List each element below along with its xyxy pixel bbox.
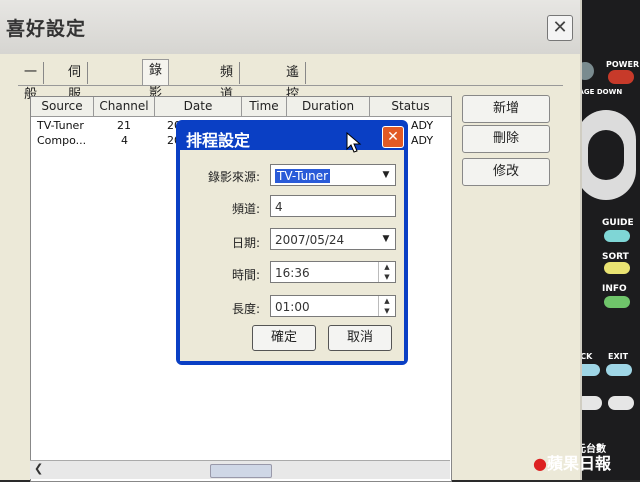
- chevron-down-icon[interactable]: ▼: [377, 229, 395, 249]
- length-label: 長度:: [231, 302, 260, 316]
- remote-info-label: INFO: [602, 284, 627, 294]
- edit-button[interactable]: 修改: [462, 158, 550, 186]
- column-header-date[interactable]: Date: [155, 97, 242, 117]
- cell-status: ADY: [411, 119, 434, 132]
- cell-status: ADY: [411, 134, 434, 147]
- remote-guide-label: GUIDE: [602, 218, 634, 228]
- horizontal-scrollbar[interactable]: ❮: [30, 460, 450, 479]
- tab-server-management[interactable]: 伺服器管理: [62, 62, 89, 168]
- cell-source: TV-Tuner: [37, 119, 84, 132]
- tab-remote[interactable]: 遙控器: [280, 62, 307, 124]
- remote-guide-button: [604, 230, 630, 242]
- dialog-close-button[interactable]: ✕: [382, 126, 404, 148]
- time-value: 16:36: [275, 266, 310, 280]
- source-select[interactable]: TV-Tuner ▼: [270, 164, 396, 186]
- ok-button[interactable]: 確定: [252, 325, 316, 351]
- spin-updown-icon[interactable]: ▲ ▼: [378, 262, 395, 282]
- remote-sort-button: [604, 262, 630, 274]
- channel-field[interactable]: 4: [270, 195, 396, 217]
- date-label: 日期:: [231, 236, 260, 250]
- date-picker[interactable]: 2007/05/24 ▼: [270, 228, 396, 250]
- watermark-logo: ●蘋果日報: [533, 450, 611, 474]
- dialog-title: 排程設定: [186, 131, 251, 150]
- mouse-cursor-icon: [346, 132, 362, 153]
- remote-dpad-center: [588, 130, 624, 180]
- date-value: 2007/05/24: [275, 233, 345, 247]
- cancel-button[interactable]: 取消: [328, 325, 392, 351]
- channel-label: 頻道:: [231, 202, 260, 216]
- column-header-status[interactable]: Status: [370, 97, 451, 117]
- chevron-down-icon[interactable]: ▼: [377, 165, 395, 185]
- scroll-thumb[interactable]: [210, 464, 272, 478]
- remote-sort-label: SORT: [602, 252, 629, 262]
- source-value: TV-Tuner: [275, 169, 331, 183]
- window-close-button[interactable]: ✕: [547, 15, 573, 41]
- column-header-duration[interactable]: Duration: [287, 97, 370, 117]
- remote-power-label: POWER: [606, 60, 640, 69]
- remote-bottom-button: [608, 396, 634, 410]
- remote-exit-button: [606, 364, 632, 376]
- cell-channel: 4: [121, 134, 128, 147]
- apple-icon: ●: [533, 454, 547, 473]
- time-stepper[interactable]: 16:36 ▲ ▼: [270, 261, 396, 283]
- watermark-text: 蘋果日報: [546, 454, 611, 473]
- length-stepper[interactable]: 01:00 ▲ ▼: [270, 295, 396, 317]
- window-title: 喜好設定: [6, 18, 87, 40]
- title-bar: 喜好設定 ✕: [0, 0, 580, 54]
- column-header-time[interactable]: Time: [242, 97, 287, 117]
- spin-updown-icon[interactable]: ▲ ▼: [378, 296, 395, 316]
- schedule-dialog: 排程設定 ✕ 錄影來源: TV-Tuner ▼ 頻道: 4 日期: 2007/0…: [176, 120, 408, 365]
- remote-exit-label: EXIT: [608, 352, 629, 361]
- cell-source: Compo...: [37, 134, 87, 147]
- cell-channel: 21: [117, 119, 131, 132]
- tab-recording-schedule[interactable]: 錄影排程: [142, 59, 170, 144]
- add-button[interactable]: 新增: [462, 95, 550, 123]
- length-value: 01:00: [275, 300, 310, 314]
- source-label: 錄影來源:: [207, 170, 260, 184]
- scroll-left-icon[interactable]: ❮: [34, 462, 43, 475]
- remote-info-button: [604, 296, 630, 308]
- column-header-source[interactable]: Source: [31, 97, 94, 117]
- delete-button[interactable]: 刪除: [462, 125, 550, 153]
- remote-control: POWER PAGE DOWN 3 GUIDE 6 SORT 9 INFO AC…: [572, 0, 640, 480]
- tab-channel-management[interactable]: 頻道管理: [214, 62, 241, 146]
- column-header-channel[interactable]: Channel: [94, 97, 155, 117]
- time-label: 時間:: [231, 268, 260, 282]
- remote-power-button: [608, 70, 634, 84]
- tab-general[interactable]: 一般: [18, 62, 45, 102]
